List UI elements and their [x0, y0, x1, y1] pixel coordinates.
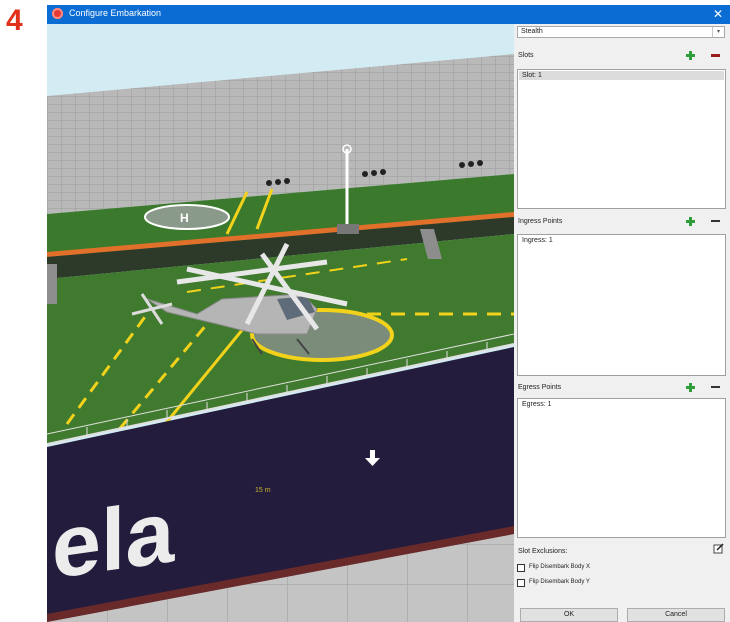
chevron-down-icon[interactable]: ▾	[712, 27, 724, 37]
egress-label: Egress Points	[518, 384, 562, 391]
slots-header: Slots	[515, 46, 730, 66]
list-item[interactable]: Ingress: 1	[519, 236, 724, 245]
checkbox-box[interactable]	[517, 579, 525, 587]
egress-list[interactable]: Egress: 1	[517, 398, 726, 538]
slots-label: Slots	[518, 52, 534, 59]
list-item[interactable]: Egress: 1	[519, 400, 724, 409]
close-button[interactable]: ✕	[710, 6, 726, 22]
checkbox-label: Flip Disembark Body X	[529, 564, 591, 570]
mode-dropdown-value: Stealth	[521, 28, 543, 35]
list-item[interactable]: Slot: 1	[519, 71, 724, 80]
slots-list[interactable]: Slot: 1	[517, 69, 726, 209]
configure-embarkation-dialog: Configure Embarkation ✕ H ela 15 m Steal…	[47, 5, 730, 622]
ship-deck-scene: H ela 15 m	[47, 24, 514, 622]
cancel-button[interactable]: Cancel	[627, 608, 725, 622]
checkbox-label: Flip Disembark Body Y	[529, 579, 590, 585]
remove-slot-icon[interactable]	[710, 50, 721, 61]
slot-exclusions-label: Slot Exclusions:	[518, 548, 568, 555]
hull-lettering: ela	[52, 481, 175, 597]
ingress-header: Ingress Points	[515, 212, 730, 232]
title-bar[interactable]: Configure Embarkation ✕	[47, 5, 730, 24]
distance-readout: 15 m	[255, 487, 271, 494]
add-ingress-icon[interactable]	[685, 216, 696, 227]
ingress-list[interactable]: Ingress: 1	[517, 234, 726, 376]
egress-header: Egress Points	[515, 378, 730, 398]
remove-egress-icon[interactable]	[710, 382, 721, 393]
embarkation-panel: Stealth ▾ Slots Slot: 1 Ingress Points I…	[515, 24, 730, 622]
edit-icon[interactable]	[713, 543, 724, 554]
mode-dropdown[interactable]: Stealth ▾	[517, 26, 725, 38]
window-title: Configure Embarkation	[69, 8, 162, 18]
helipad-letter: H	[180, 211, 189, 225]
app-icon	[52, 8, 63, 19]
add-slot-icon[interactable]	[685, 50, 696, 61]
checkbox-box[interactable]	[517, 564, 525, 572]
step-number: 4	[6, 4, 23, 37]
3d-viewport[interactable]: H ela 15 m	[47, 24, 514, 622]
remove-ingress-icon[interactable]	[710, 216, 721, 227]
ok-button[interactable]: OK	[520, 608, 618, 622]
ingress-label: Ingress Points	[518, 218, 563, 225]
slot-exclusions-header: Slot Exclusions:	[515, 542, 730, 562]
add-egress-icon[interactable]	[685, 382, 696, 393]
